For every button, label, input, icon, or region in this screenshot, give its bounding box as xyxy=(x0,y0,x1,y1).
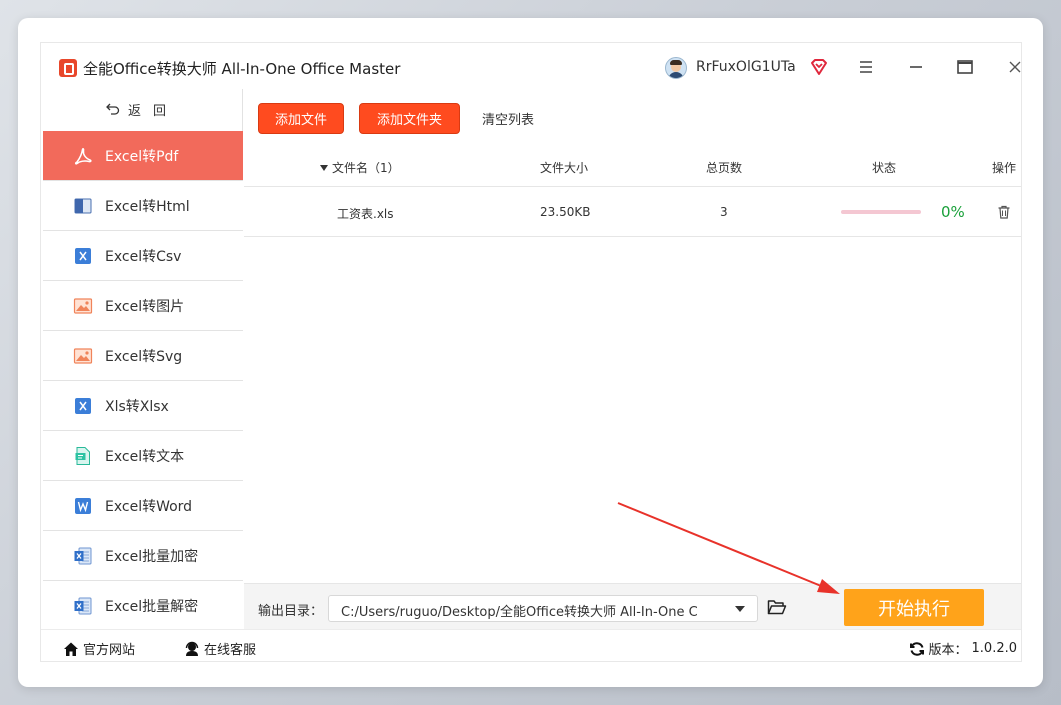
add-folder-button[interactable]: 添加文件夹 xyxy=(359,103,460,134)
sidebar-item-label: Excel转文本 xyxy=(105,448,185,465)
sidebar-item-label: Excel转图片 xyxy=(105,298,185,315)
official-site-link[interactable]: 官方网站 xyxy=(63,639,135,658)
excel-unlock-icon xyxy=(74,597,92,614)
start-button[interactable]: 开始执行 xyxy=(844,589,984,626)
maximize-icon[interactable] xyxy=(953,55,977,79)
close-icon[interactable] xyxy=(1003,55,1022,79)
column-header-filename-label: 文件名（1） xyxy=(332,161,400,175)
nav-list: Excel转Pdf Excel转Html Excel转Csv Excel转图片 … xyxy=(43,131,243,631)
sidebar-item-label: Excel转Word xyxy=(105,498,193,515)
back-button[interactable]: 返回 xyxy=(41,89,243,129)
sort-caret-icon xyxy=(320,165,328,171)
output-dir-select[interactable]: C:/Users/ruguo/Desktop/全能Office转换大师 All-… xyxy=(328,595,758,622)
version-value: 1.0.2.0 xyxy=(971,641,1017,656)
add-file-button[interactable]: 添加文件 xyxy=(258,103,344,134)
user-avatar[interactable] xyxy=(665,57,687,79)
progress-percent: 0% xyxy=(941,203,965,221)
app-title: 全能Office转换大师 All-In-One Office Master xyxy=(83,60,401,78)
sidebar-item-label: Excel转Csv xyxy=(105,248,182,265)
sidebar-item-excel-to-text[interactable]: Excel转文本 xyxy=(43,431,243,481)
column-header-filename[interactable]: 文件名（1） xyxy=(320,159,400,176)
chevron-down-icon xyxy=(735,606,745,612)
back-arrow-icon xyxy=(106,103,120,115)
vip-diamond-icon[interactable] xyxy=(809,57,829,77)
sidebar-item-label: Excel转Svg xyxy=(105,348,183,365)
sidebar: 返回 Excel转Pdf Excel转Html Excel转Csv Excel转… xyxy=(41,89,243,631)
sidebar-item-xls-to-xlsx[interactable]: Xls转Xlsx xyxy=(43,381,243,431)
output-bar: 输出目录： C:/Users/ruguo/Desktop/全能Office转换大… xyxy=(244,583,1021,629)
column-header-status: 状态 xyxy=(872,161,897,175)
clear-list-button[interactable]: 清空列表 xyxy=(474,103,542,134)
trash-icon[interactable] xyxy=(996,204,1012,220)
sidebar-item-excel-encrypt[interactable]: Excel批量加密 xyxy=(43,531,243,581)
sidebar-item-label: Excel转Pdf xyxy=(105,148,179,165)
app-window: 全能Office转换大师 All-In-One Office Master Rr… xyxy=(40,42,1022,662)
folder-open-icon[interactable] xyxy=(767,598,787,616)
excel-icon xyxy=(75,397,91,414)
html-icon xyxy=(74,198,92,213)
footer: 官方网站 在线客服 版本： 1.0.2.0 xyxy=(41,629,1021,661)
version-label: 版本： xyxy=(928,643,968,658)
excel-lock-icon xyxy=(74,547,92,564)
output-dir-value: C:/Users/ruguo/Desktop/全能Office转换大师 All-… xyxy=(341,605,698,620)
online-service-label: 在线客服 xyxy=(204,643,257,658)
sidebar-item-excel-to-csv[interactable]: Excel转Csv xyxy=(43,231,243,281)
version-info[interactable]: 版本： 1.0.2.0 xyxy=(909,639,1017,658)
image-icon xyxy=(73,347,93,364)
sidebar-item-excel-to-word[interactable]: Excel转Word xyxy=(43,481,243,531)
column-header-size: 文件大小 xyxy=(540,161,589,175)
word-icon xyxy=(75,497,91,514)
main-panel: 添加文件 添加文件夹 清空列表 文件名（1） 文件大小 总页数 状态 操作 工资… xyxy=(244,89,1021,583)
file-pages: 3 xyxy=(720,205,728,219)
home-icon xyxy=(64,642,78,656)
username[interactable]: RrFuxOlG1UTa xyxy=(696,59,796,75)
table-row[interactable]: 工资表.xls 23.50KB 3 0% xyxy=(244,187,1021,237)
sidebar-item-excel-to-svg[interactable]: Excel转Svg xyxy=(43,331,243,381)
online-service-link[interactable]: 在线客服 xyxy=(184,639,256,658)
sidebar-item-excel-to-image[interactable]: Excel转图片 xyxy=(43,281,243,331)
headset-icon xyxy=(185,641,199,656)
text-doc-icon xyxy=(75,446,90,465)
table-header: 文件名（1） 文件大小 总页数 状态 操作 xyxy=(244,145,1021,187)
menu-icon[interactable] xyxy=(854,55,878,79)
sidebar-item-label: Excel批量加密 xyxy=(105,548,199,565)
pdf-icon xyxy=(74,147,92,165)
sidebar-item-label: Excel批量解密 xyxy=(105,598,199,615)
sidebar-item-excel-to-pdf[interactable]: Excel转Pdf xyxy=(43,131,243,181)
app-logo-icon xyxy=(59,59,77,77)
refresh-icon xyxy=(909,641,924,656)
sidebar-item-excel-to-html[interactable]: Excel转Html xyxy=(43,181,243,231)
sidebar-item-excel-decrypt[interactable]: Excel批量解密 xyxy=(43,581,243,631)
progress-bar xyxy=(841,210,921,214)
image-icon xyxy=(73,297,93,314)
output-dir-label: 输出目录： xyxy=(258,604,324,619)
back-label: 返回 xyxy=(127,103,178,119)
official-site-label: 官方网站 xyxy=(83,643,136,658)
column-header-pages: 总页数 xyxy=(706,161,743,175)
column-header-action: 操作 xyxy=(992,161,1017,175)
sidebar-item-label: Excel转Html xyxy=(105,198,190,215)
title-bar: 全能Office转换大师 All-In-One Office Master Rr… xyxy=(41,43,1022,89)
sidebar-item-label: Xls转Xlsx xyxy=(105,398,169,415)
file-name: 工资表.xls xyxy=(337,207,394,221)
excel-icon xyxy=(75,247,91,264)
minimize-icon[interactable] xyxy=(904,55,928,79)
file-size: 23.50KB xyxy=(540,205,591,219)
